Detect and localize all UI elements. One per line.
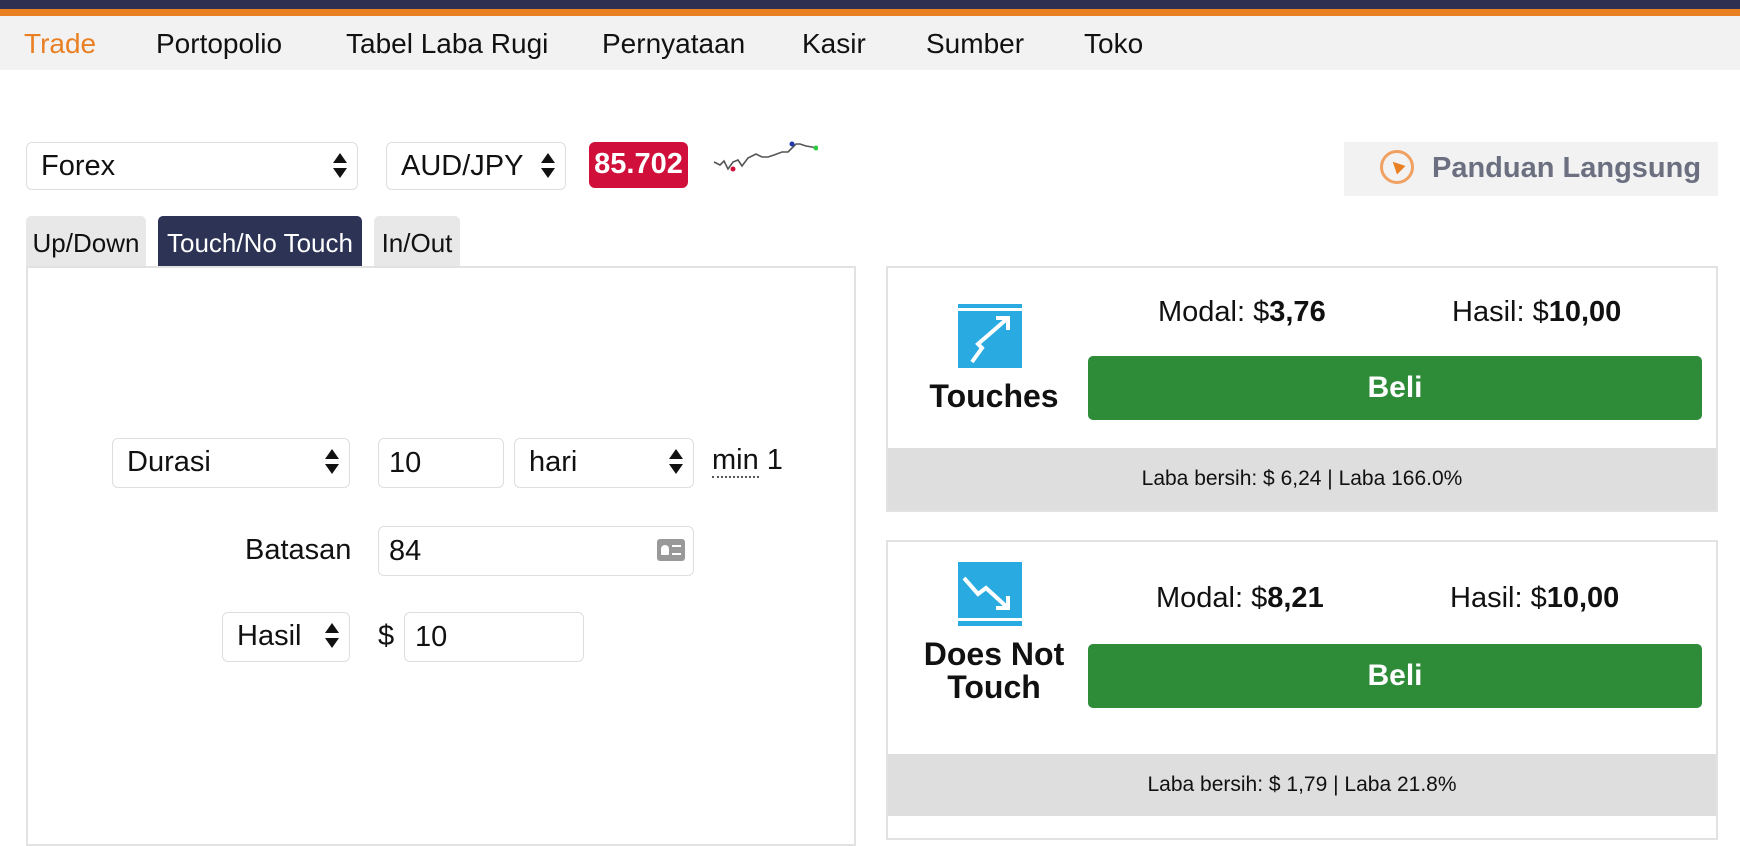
contract-card-does-not-touch: Does Not Touch Modal: $8,21 Hasil: $10,0… bbox=[886, 540, 1718, 840]
sparkline-low-point bbox=[730, 166, 736, 172]
contract-card-touches: Touches Modal: $3,76 Hasil: $10,00 Beli … bbox=[886, 266, 1718, 512]
market-category-value: Forex bbox=[41, 150, 116, 182]
currency-symbol: $ bbox=[378, 620, 395, 652]
stake-value: 8,21 bbox=[1267, 582, 1324, 614]
nav-item-resources[interactable]: Sumber bbox=[926, 28, 1024, 60]
barrier-value: 84 bbox=[389, 535, 422, 567]
duration-type-select[interactable]: Durasi bbox=[112, 438, 350, 488]
duration-unit-value: hari bbox=[529, 446, 578, 478]
sparkline-last-point bbox=[813, 145, 818, 151]
stake-label: Modal: bbox=[1156, 582, 1244, 614]
top-accent-bar bbox=[0, 0, 1740, 16]
contract-profit-summary: Laba bersih: $ 6,24 | Laba 166.0% bbox=[888, 448, 1716, 510]
select-arrows-icon bbox=[669, 449, 683, 475]
duration-unit-select[interactable]: hari bbox=[514, 438, 694, 488]
live-guide-button[interactable]: Panduan Langsung bbox=[1344, 142, 1718, 196]
guide-arrow-icon bbox=[1380, 150, 1414, 184]
nav-item-trade[interactable]: Trade bbox=[24, 28, 96, 60]
payout-type-select[interactable]: Hasil bbox=[222, 612, 350, 662]
tab-up-down[interactable]: Up/Down bbox=[26, 216, 146, 266]
duration-amount-input[interactable]: 10 bbox=[378, 438, 504, 488]
symbol-value: AUD/JPY bbox=[401, 150, 524, 182]
does-not-touch-icon bbox=[958, 562, 1022, 626]
min-value: 1 bbox=[766, 444, 783, 476]
currency-symbol: $ bbox=[1251, 582, 1268, 614]
duration-minimum-hint: min 1 bbox=[712, 444, 783, 478]
nav-item-portfolio[interactable]: Portopolio bbox=[156, 28, 282, 60]
price-sparkline bbox=[713, 141, 818, 172]
spot-price-badge: 85.702 bbox=[589, 142, 688, 188]
tab-touch-no-touch[interactable]: Touch/No Touch bbox=[158, 216, 362, 266]
currency-symbol: $ bbox=[1530, 582, 1547, 614]
contract-title: Touches bbox=[929, 378, 1059, 414]
currency-symbol: $ bbox=[1253, 296, 1270, 328]
nav-item-cashier[interactable]: Kasir bbox=[802, 28, 866, 60]
payout-label: Hasil: bbox=[1452, 296, 1525, 328]
live-guide-label: Panduan Langsung bbox=[1432, 152, 1702, 184]
nav-item-statement[interactable]: Pernyataan bbox=[602, 28, 745, 60]
main-nav: Trade Portopolio Tabel Laba Rugi Pernyat… bbox=[0, 16, 1740, 70]
payout-value: 10,00 bbox=[1546, 582, 1620, 614]
select-arrows-icon bbox=[325, 623, 339, 649]
duration-type-value: Durasi bbox=[127, 446, 211, 478]
payout-value: 10,00 bbox=[1548, 296, 1622, 328]
currency-symbol: $ bbox=[1532, 296, 1549, 328]
buy-button[interactable]: Beli bbox=[1088, 356, 1702, 420]
stake-label: Modal: bbox=[1158, 296, 1246, 328]
market-category-select[interactable]: Forex bbox=[26, 142, 358, 190]
top-dark-strip bbox=[0, 0, 1740, 9]
barrier-label: Batasan bbox=[245, 534, 352, 566]
buy-button[interactable]: Beli bbox=[1088, 644, 1702, 708]
tab-in-out[interactable]: In/Out bbox=[374, 216, 460, 266]
contract-profit-summary: Laba bersih: $ 1,79 | Laba 21.8% bbox=[888, 754, 1716, 816]
duration-amount-value: 10 bbox=[389, 447, 422, 479]
barrier-input[interactable]: 84 bbox=[378, 526, 694, 576]
select-arrows-icon bbox=[541, 153, 555, 179]
select-arrows-icon bbox=[333, 153, 347, 179]
id-card-icon[interactable] bbox=[657, 539, 685, 561]
stake-value: 3,76 bbox=[1269, 296, 1326, 328]
min-label: min bbox=[712, 444, 759, 478]
payout-label: Hasil: bbox=[1450, 582, 1523, 614]
payout-amount-value: 10 bbox=[415, 621, 448, 653]
select-arrows-icon bbox=[325, 449, 339, 475]
symbol-select[interactable]: AUD/JPY bbox=[386, 142, 566, 190]
sparkline-high-point bbox=[789, 141, 795, 147]
nav-item-profit-table[interactable]: Tabel Laba Rugi bbox=[346, 28, 548, 60]
payout-amount-input[interactable]: 10 bbox=[404, 612, 584, 662]
contract-title: Does Not Touch bbox=[923, 636, 1065, 705]
touches-icon bbox=[958, 304, 1022, 368]
payout-type-value: Hasil bbox=[237, 620, 302, 652]
nav-item-shop[interactable]: Toko bbox=[1084, 28, 1143, 60]
